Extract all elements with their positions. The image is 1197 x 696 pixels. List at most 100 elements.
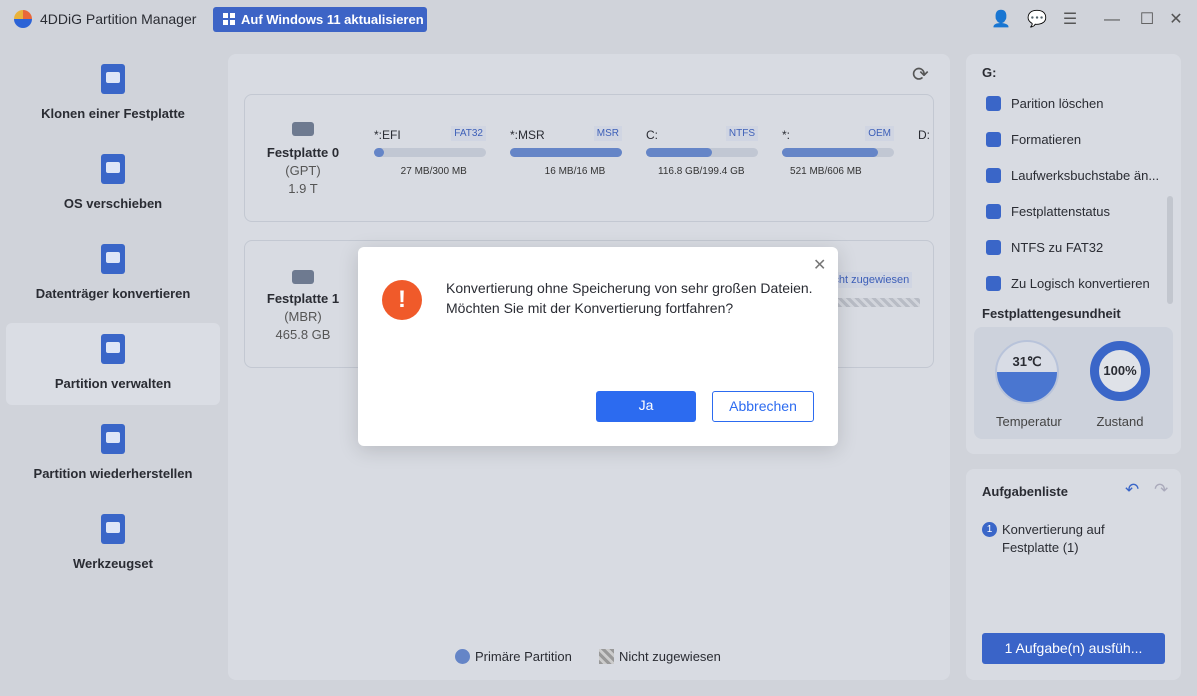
action-item[interactable]: Zu Logisch konvertieren [986, 276, 1150, 291]
menu-icon[interactable]: ☰ [1060, 10, 1080, 30]
sidebar-item-toolbox[interactable]: Werkzeugset [6, 503, 220, 585]
refresh-icon[interactable]: ⟳ [912, 62, 929, 87]
sidebar-label: OS verschieben [63, 196, 163, 211]
unallocated-swatch [599, 649, 614, 664]
state-value: 100% [1103, 363, 1137, 378]
disk-style: (GPT) [285, 163, 321, 178]
convert-fs-icon [986, 240, 1001, 255]
state-label: Zustand [1096, 414, 1144, 429]
warning-icon: ! [382, 280, 422, 320]
usage-bar [782, 148, 894, 157]
drive-label: G: [982, 65, 997, 80]
partition-item[interactable]: *: OEM 521 MB/606 MB [782, 126, 894, 177]
dialog-message: Konvertierung ohne Speicherung von sehr … [446, 280, 813, 316]
disk-size: 1.9 T [288, 181, 318, 196]
usage-fill [782, 148, 879, 157]
sidebar-label: Klonen einer Festplatte [41, 106, 185, 121]
user-icon[interactable]: 👤 [991, 10, 1011, 30]
usage-text: 116.8 GB/199.4 GB [658, 166, 745, 177]
feedback-icon[interactable]: 💬 [1027, 10, 1047, 30]
action-item[interactable]: Formatieren [986, 132, 1081, 147]
partition-item[interactable]: C: NTFS 116.8 GB/199.4 GB [646, 126, 758, 177]
partition-item[interactable]: *:MSR MSR 16 MB/16 MB [510, 126, 622, 177]
partition-label: *:MSR [510, 128, 545, 142]
partition-item[interactable]: D:76. [918, 128, 934, 142]
app-title: 4DDiG Partition Manager [40, 11, 197, 27]
state-gauge: 100% [1090, 341, 1150, 401]
action-item[interactable]: NTFS zu FAT32 [986, 240, 1103, 255]
disk-icon [292, 122, 314, 136]
yes-button[interactable]: Ja [596, 391, 696, 422]
action-label: Formatieren [1011, 132, 1082, 147]
usb-disk-icon [292, 270, 314, 284]
temperature-gauge: 31℃ [995, 340, 1059, 404]
maximize-icon[interactable]: ☐ [1137, 10, 1157, 30]
scrollbar[interactable] [1167, 196, 1173, 304]
disk-status-icon [986, 204, 1001, 219]
app-logo [14, 10, 32, 28]
cancel-button[interactable]: Abbrechen [712, 391, 814, 422]
action-label: NTFS zu FAT32 [1011, 240, 1104, 255]
sidebar-label: Partition verwalten [54, 376, 172, 391]
toolbox-icon [101, 514, 125, 544]
primary-swatch [455, 649, 470, 664]
usage-fill [646, 148, 713, 157]
partition-label: *:EFI [374, 128, 401, 142]
redo-icon[interactable]: ↷ [1154, 480, 1168, 500]
undo-icon[interactable]: ↶ [1125, 480, 1139, 500]
upgrade-label: Auf Windows 11 aktualisieren [241, 12, 424, 27]
action-item[interactable]: Festplattenstatus [986, 204, 1110, 219]
disk-size: 465.8 GB [275, 327, 331, 342]
usage-text: 521 MB/606 MB [790, 166, 862, 177]
confirm-dialog: ✕ ! Konvertierung ohne Speicherung von s… [358, 247, 838, 446]
filesystem-tag: FAT32 [451, 126, 486, 141]
filesystem-tag: OEM [865, 126, 894, 141]
legend-label: Nicht zugewiesen [619, 649, 721, 664]
sidebar-item-restore[interactable]: Partition wiederherstellen [6, 413, 220, 495]
upgrade-button[interactable]: Auf Windows 11 aktualisieren [213, 7, 427, 32]
usage-bar [510, 148, 622, 157]
title-bar: 4DDiG Partition Manager Auf Windows 11 a… [0, 0, 1197, 40]
sidebar-item-partition[interactable]: Partition verwalten [6, 323, 220, 405]
partition-label: C: [646, 128, 658, 142]
close-icon[interactable]: ✕ [1166, 10, 1186, 30]
partition-label: D: [918, 128, 930, 142]
restore-partition-icon [101, 424, 125, 454]
health-title: Festplattengesundheit [982, 306, 1121, 321]
close-icon[interactable]: ✕ [813, 255, 826, 275]
windows-icon [223, 13, 235, 25]
filesystem-tag: NTFS [725, 126, 758, 141]
sidebar-item-os[interactable]: OS verschieben [6, 143, 220, 225]
tasks-title: Aufgabenliste [982, 484, 1068, 499]
sidebar-label: Werkzeugset [73, 556, 153, 571]
disk-name: Festplatte 1 [266, 291, 340, 306]
trash-icon [986, 96, 1001, 111]
temperature-value: 31℃ [1012, 354, 1042, 369]
sidebar-item-convert[interactable]: Datenträger konvertieren [6, 233, 220, 315]
usage-bar [374, 148, 486, 157]
action-label: Festplattenstatus [1011, 204, 1110, 219]
usage-text: 27 MB/300 MB [400, 166, 467, 177]
disk-style: (MBR) [284, 309, 322, 324]
partition-item[interactable]: *:EFI FAT32 27 MB/300 MB [374, 126, 486, 177]
run-tasks-button[interactable]: 1 Aufgabe(n) ausfüh... [982, 633, 1165, 664]
action-item[interactable]: Laufwerksbuchstabe än... [986, 168, 1159, 183]
pencil-icon [986, 168, 1001, 183]
disk-name: Festplatte 0 [266, 145, 340, 160]
minimize-icon[interactable]: — [1102, 10, 1122, 30]
sidebar-item-clone[interactable]: Klonen einer Festplatte [6, 53, 220, 135]
sidebar-label: Datenträger konvertieren [35, 286, 191, 301]
action-label: Parition löschen [1011, 96, 1104, 111]
action-label: Laufwerksbuchstabe än... [1011, 168, 1160, 183]
usage-bar [646, 148, 758, 157]
unallocated-bar[interactable] [838, 298, 920, 307]
partition-pie-icon [101, 334, 125, 364]
action-label: Zu Logisch konvertieren [1011, 276, 1150, 291]
legend-primary: Primäre Partition [455, 649, 572, 664]
windows-os-icon [101, 154, 125, 184]
clone-disk-icon [101, 64, 125, 94]
usage-fill [374, 148, 385, 157]
usage-fill [510, 148, 622, 157]
action-item[interactable]: Parition löschen [986, 96, 1104, 111]
legend-unallocated: Nicht zugewiesen [599, 649, 721, 664]
